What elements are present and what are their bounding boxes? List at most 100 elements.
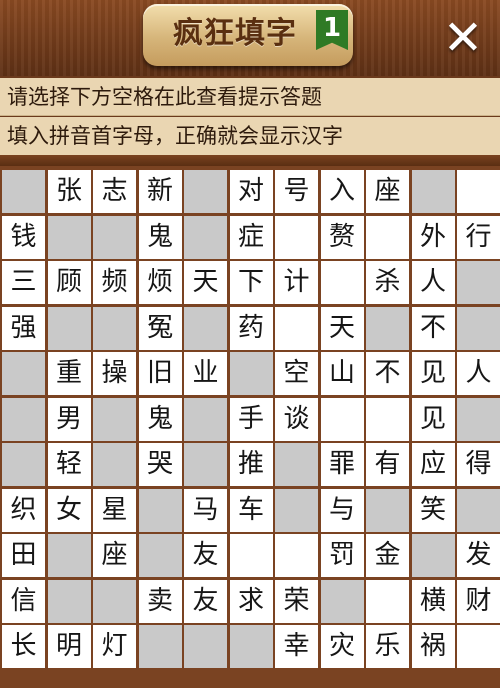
grid-cell[interactable]: 星 <box>93 488 136 532</box>
blocked-cell <box>138 534 182 577</box>
grid-cell[interactable]: 三 <box>2 261 45 304</box>
grid-cell[interactable]: 谈 <box>275 397 318 441</box>
grid-cell[interactable]: 灾 <box>320 625 364 668</box>
grid-cell[interactable]: 志 <box>93 170 136 213</box>
game-title: 疯狂填字 <box>173 16 297 51</box>
blocked-cell <box>411 534 455 577</box>
grid-cell[interactable]: 强 <box>2 306 45 350</box>
grid-cell[interactable]: 有 <box>366 443 409 486</box>
grid-cell[interactable]: 座 <box>366 170 409 213</box>
grid-cell[interactable]: 座 <box>93 534 136 577</box>
grid-cell[interactable] <box>366 397 409 441</box>
grid-cell[interactable] <box>366 215 409 259</box>
grid-cell[interactable] <box>275 215 318 259</box>
grid-cell[interactable]: 业 <box>184 352 227 395</box>
grid-cell[interactable]: 外 <box>411 215 455 259</box>
grid-cell[interactable]: 人 <box>457 352 500 395</box>
grid-cell[interactable]: 幸 <box>275 625 318 668</box>
grid-cell[interactable]: 顾 <box>47 261 91 304</box>
grid-cell[interactable]: 行 <box>457 215 500 259</box>
grid-cell[interactable]: 号 <box>275 170 318 213</box>
grid-cell[interactable]: 马 <box>184 488 227 532</box>
grid-cell[interactable] <box>320 397 364 441</box>
blocked-cell <box>2 170 45 213</box>
grid-cell[interactable]: 祸 <box>411 625 455 668</box>
blocked-cell <box>93 306 136 350</box>
grid-cell[interactable]: 财 <box>457 579 500 623</box>
grid-cell[interactable]: 山 <box>320 352 364 395</box>
grid-cell[interactable]: 钱 <box>2 215 45 259</box>
grid-cell[interactable]: 张 <box>47 170 91 213</box>
grid-cell[interactable]: 应 <box>411 443 455 486</box>
grid-cell[interactable]: 乐 <box>366 625 409 668</box>
grid-cell[interactable]: 卖 <box>138 579 182 623</box>
grid-cell[interactable]: 不 <box>411 306 455 350</box>
grid-cell[interactable]: 药 <box>229 306 273 350</box>
grid-cell[interactable]: 发 <box>457 534 500 577</box>
grid-cell[interactable]: 金 <box>366 534 409 577</box>
close-icon[interactable]: ✕ <box>440 14 486 62</box>
grid-cell[interactable]: 友 <box>184 534 227 577</box>
grid-cell[interactable]: 笑 <box>411 488 455 532</box>
blocked-cell <box>93 397 136 441</box>
blocked-cell <box>184 170 227 213</box>
grid-cell[interactable]: 重 <box>47 352 91 395</box>
grid-cell[interactable]: 田 <box>2 534 45 577</box>
grid-cell[interactable]: 烦 <box>138 261 182 304</box>
grid-cell[interactable] <box>320 261 364 304</box>
grid-cell[interactable] <box>275 534 318 577</box>
grid-cell[interactable]: 人 <box>411 261 455 304</box>
grid-cell[interactable]: 操 <box>93 352 136 395</box>
grid-cell[interactable]: 下 <box>229 261 273 304</box>
grid-cell[interactable]: 灯 <box>93 625 136 668</box>
grid-cell[interactable]: 见 <box>411 397 455 441</box>
grid-cell[interactable]: 不 <box>366 352 409 395</box>
grid-cell[interactable]: 手 <box>229 397 273 441</box>
grid-cell[interactable] <box>275 306 318 350</box>
grid-cell[interactable]: 明 <box>47 625 91 668</box>
grid-cell[interactable]: 罚 <box>320 534 364 577</box>
grid-cell[interactable]: 入 <box>320 170 364 213</box>
grid-cell[interactable]: 赘 <box>320 215 364 259</box>
grid-cell[interactable]: 织 <box>2 488 45 532</box>
grid-cell[interactable]: 空 <box>275 352 318 395</box>
grid-cell[interactable]: 求 <box>229 579 273 623</box>
grid-cell[interactable] <box>457 170 500 213</box>
grid-cell[interactable]: 见 <box>411 352 455 395</box>
grid-cell[interactable]: 新 <box>138 170 182 213</box>
grid-cell[interactable]: 友 <box>184 579 227 623</box>
grid-cell[interactable]: 罪 <box>320 443 364 486</box>
grid-cell[interactable]: 得 <box>457 443 500 486</box>
hint-text-line1[interactable]: 请选择下方空格在此查看提示答题 <box>0 78 500 116</box>
blocked-cell <box>229 352 273 395</box>
grid-cell[interactable]: 杀 <box>366 261 409 304</box>
grid-cell[interactable]: 鬼 <box>138 215 182 259</box>
grid-cell[interactable]: 信 <box>2 579 45 623</box>
blocked-cell <box>275 488 318 532</box>
grid-cell[interactable]: 荣 <box>275 579 318 623</box>
grid-cell[interactable]: 横 <box>411 579 455 623</box>
grid-cell[interactable]: 轻 <box>47 443 91 486</box>
grid-cell[interactable]: 与 <box>320 488 364 532</box>
grid-cell[interactable]: 天 <box>320 306 364 350</box>
grid-cell[interactable]: 频 <box>93 261 136 304</box>
blocked-cell <box>47 579 91 623</box>
grid-cell[interactable]: 哭 <box>138 443 182 486</box>
grid-cell[interactable]: 旧 <box>138 352 182 395</box>
grid-cell[interactable]: 长 <box>2 625 45 668</box>
grid-cell[interactable]: 对 <box>229 170 273 213</box>
grid-cell[interactable]: 计 <box>275 261 318 304</box>
grid-cell[interactable]: 男 <box>47 397 91 441</box>
grid-cell[interactable] <box>366 579 409 623</box>
blocked-cell <box>93 579 136 623</box>
grid-cell[interactable]: 症 <box>229 215 273 259</box>
blocked-cell <box>138 625 182 668</box>
grid-cell[interactable] <box>229 534 273 577</box>
grid-cell[interactable]: 天 <box>184 261 227 304</box>
grid-cell[interactable]: 冤 <box>138 306 182 350</box>
grid-cell[interactable]: 车 <box>229 488 273 532</box>
grid-cell[interactable] <box>457 625 500 668</box>
grid-cell[interactable]: 女 <box>47 488 91 532</box>
grid-cell[interactable]: 推 <box>229 443 273 486</box>
grid-cell[interactable]: 鬼 <box>138 397 182 441</box>
